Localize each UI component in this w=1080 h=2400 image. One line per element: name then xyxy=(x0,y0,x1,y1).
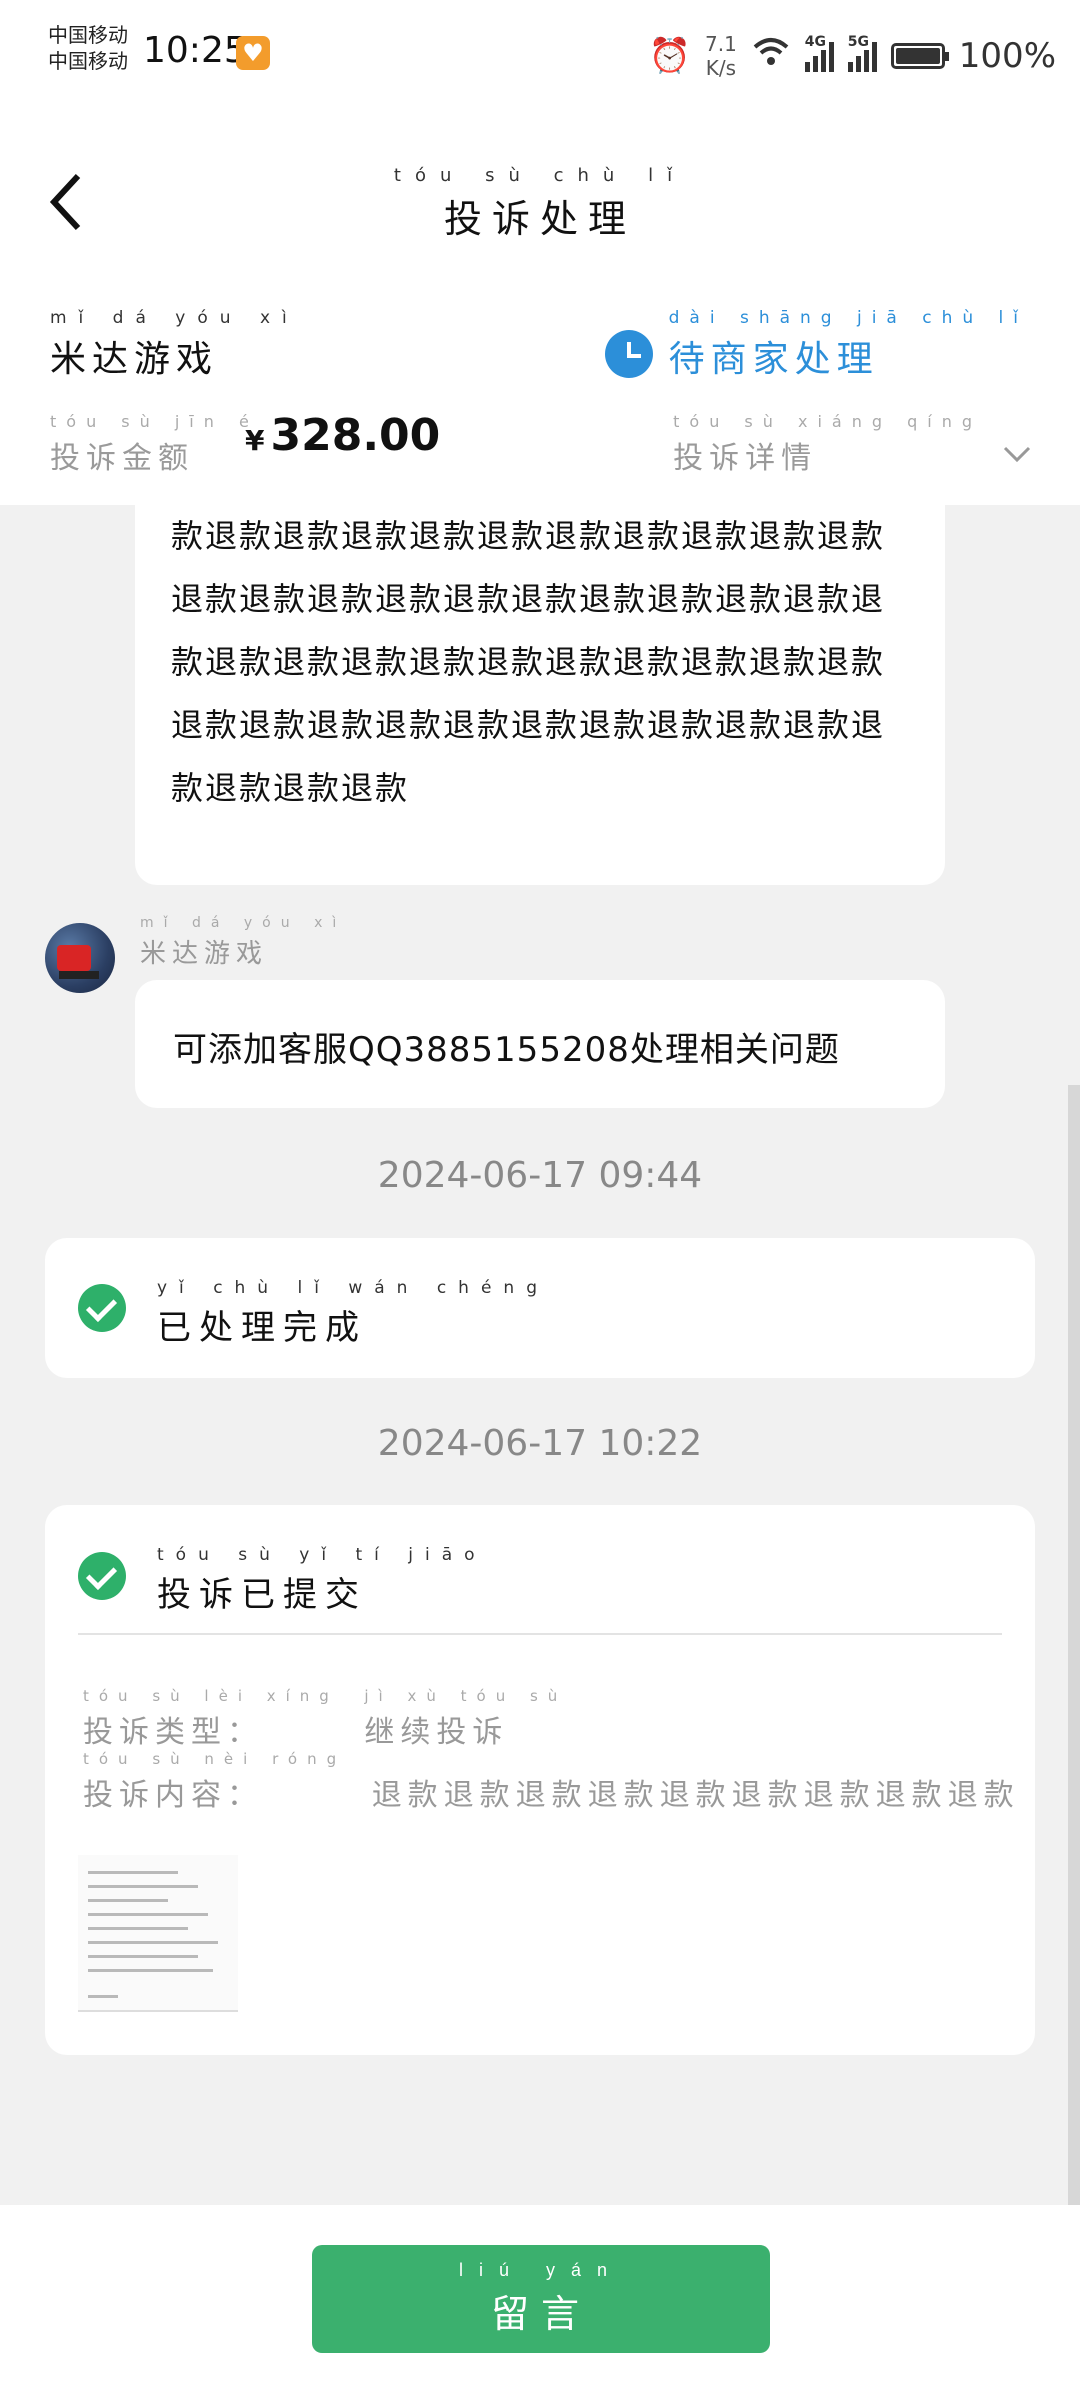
event-title-submitted: tóu sù yǐ tí jiāo 投诉已提交 xyxy=(157,1545,487,1616)
merchant-name-text: 米达游戏 xyxy=(50,339,219,380)
message-bubble-refund: 款退款退款退款退款退款退款退款退款退款退款退款退款退款退款退款退款退款退款退款退… xyxy=(135,505,945,885)
page-title-pinyin: tóu sù chù lǐ xyxy=(393,165,687,186)
check-circle-icon xyxy=(78,1552,126,1600)
avatar[interactable] xyxy=(45,923,115,993)
sender-name-pinyin: mǐ dá yóu xì xyxy=(140,915,347,931)
event-title-completed-pinyin: yǐ chù lǐ wán chéng xyxy=(157,1278,549,1298)
complaint-details-toggle[interactable]: tóu sù xiáng qíng 投诉详情 xyxy=(673,412,1032,477)
amount-value: 328.00 xyxy=(270,410,441,461)
merchant-name-pinyin: mǐ dá yóu xì xyxy=(50,308,299,328)
details-pinyin: tóu sù xiáng qíng xyxy=(673,412,982,431)
timestamp: 2024-06-17 10:22 xyxy=(377,1423,703,1464)
clock-time: 10:25 xyxy=(143,30,247,71)
event-card-submitted: tóu sù yǐ tí jiāo 投诉已提交 tóu sù lèi xíng … xyxy=(45,1505,1035,2055)
complaint-amount: ¥328.00 xyxy=(245,410,440,461)
page-title-text: 投诉处理 xyxy=(443,197,636,241)
complaint-header: tóu sù chù lǐ 投诉处理 mǐ dá yóu xì 米达游戏 dài… xyxy=(0,110,1080,505)
complaint-type-row: tóu sù lèi xíng 投诉类型： jì xù tóu sù 继续投诉 xyxy=(83,1687,567,1751)
network-speed-value: 7.1 xyxy=(704,32,737,56)
merchant-name: mǐ dá yóu xì 米达游戏 xyxy=(50,308,299,382)
carrier-label: 中国移动 中国移动 xyxy=(48,22,128,74)
amount-label: tóu sù jīn é 投诉金额 xyxy=(50,412,259,477)
leave-message-pinyin: liú yán xyxy=(458,2260,624,2280)
complaint-content-row: tóu sù nèi róng 投诉内容： 退款退款退款退款退款退款退款退款退款 xyxy=(83,1750,1020,1814)
details-label: 投诉详情 xyxy=(673,441,818,476)
chevron-down-icon xyxy=(1003,446,1031,463)
wifi-icon xyxy=(751,35,791,78)
carrier-top: 中国移动 xyxy=(48,23,128,47)
signal-4g-icon: 4G xyxy=(804,34,834,72)
complaint-type-value: 继续投诉 xyxy=(364,1715,509,1750)
check-circle-icon xyxy=(78,1284,126,1332)
merchant-message-text: 可添加客服QQ3885155208处理相关问题 xyxy=(173,1030,840,1070)
page-title: tóu sù chù lǐ 投诉处理 xyxy=(0,165,1080,243)
amount-label-text: 投诉金额 xyxy=(50,441,194,476)
sender-name-text: 米达游戏 xyxy=(140,939,269,969)
app-notification-icon: ♥ xyxy=(236,36,270,70)
carrier-bottom: 中国移动 xyxy=(48,49,128,73)
message-bubble-merchant: 可添加客服QQ3885155208处理相关问题 xyxy=(135,980,945,1108)
event-title-completed-text: 已处理完成 xyxy=(157,1308,367,1348)
status-icons: ⏰ 7.1 K/s 4G 5G 100% xyxy=(649,28,1056,84)
signal-5g-label: 5G xyxy=(847,34,870,50)
status-bar: 中国移动 中国移动 10:25 ♥ ⏰ 7.1 K/s 4G 5G 100% xyxy=(0,0,1080,110)
complaint-content-value: 退款退款退款退款退款退款退款退款退款 xyxy=(371,1778,1020,1813)
leave-message-label: 留言 xyxy=(490,2294,591,2336)
alarm-icon: ⏰ xyxy=(648,36,691,76)
signal-5g-icon: 5G xyxy=(847,34,877,72)
network-speed-unit: K/s xyxy=(705,56,737,80)
bottom-bar: liú yán 留言 xyxy=(0,2205,1080,2400)
status-pinyin: dài shāng jiā chù lǐ xyxy=(668,308,1028,328)
battery-percent: 100% xyxy=(958,36,1056,76)
complaint-type-value-pinyin: jì xù tóu sù xyxy=(364,1687,568,1705)
timestamp: 2024-06-17 09:44 xyxy=(377,1155,703,1196)
conversation-list[interactable]: 款退款退款退款退款退款退款退款退款退款退款退款退款退款退款退款退款退款退款退款退… xyxy=(0,505,1080,2205)
status-text: 待商家处理 xyxy=(668,339,879,380)
signal-4g-label: 4G xyxy=(804,34,827,50)
leave-message-button[interactable]: liú yán 留言 xyxy=(312,2245,770,2353)
divider xyxy=(78,1633,1002,1635)
event-card-completed: yǐ chù lǐ wán chéng 已处理完成 xyxy=(45,1238,1035,1378)
complaint-type-label: 投诉类型： xyxy=(83,1715,263,1750)
amount-label-pinyin: tóu sù jīn é xyxy=(50,412,259,431)
complaint-content-label-pinyin: tóu sù nèi róng xyxy=(83,1750,347,1768)
clock-icon xyxy=(604,330,653,378)
event-title-completed: yǐ chù lǐ wán chéng 已处理完成 xyxy=(157,1278,549,1349)
status-badge: dài shāng jiā chù lǐ 待商家处理 xyxy=(604,308,1028,382)
sender-name: mǐ dá yóu xì 米达游戏 xyxy=(140,915,346,970)
complaint-content-label: 投诉内容： xyxy=(83,1778,263,1813)
event-title-submitted-pinyin: tóu sù yǐ tí jiāo xyxy=(157,1545,487,1565)
network-speed: 7.1 K/s xyxy=(705,32,737,80)
event-title-submitted-text: 投诉已提交 xyxy=(157,1575,367,1615)
currency-symbol: ¥ xyxy=(245,424,265,457)
refund-message-text: 款退款退款退款退款退款退款退款退款退款退款退款退款退款退款退款退款退款退款退款退… xyxy=(171,517,886,807)
complaint-type-label-pinyin: tóu sù lèi xíng xyxy=(83,1687,339,1705)
attachment-thumbnail[interactable] xyxy=(78,1855,238,2012)
battery-icon xyxy=(890,43,949,69)
scrollbar[interactable] xyxy=(1068,1085,1080,2205)
